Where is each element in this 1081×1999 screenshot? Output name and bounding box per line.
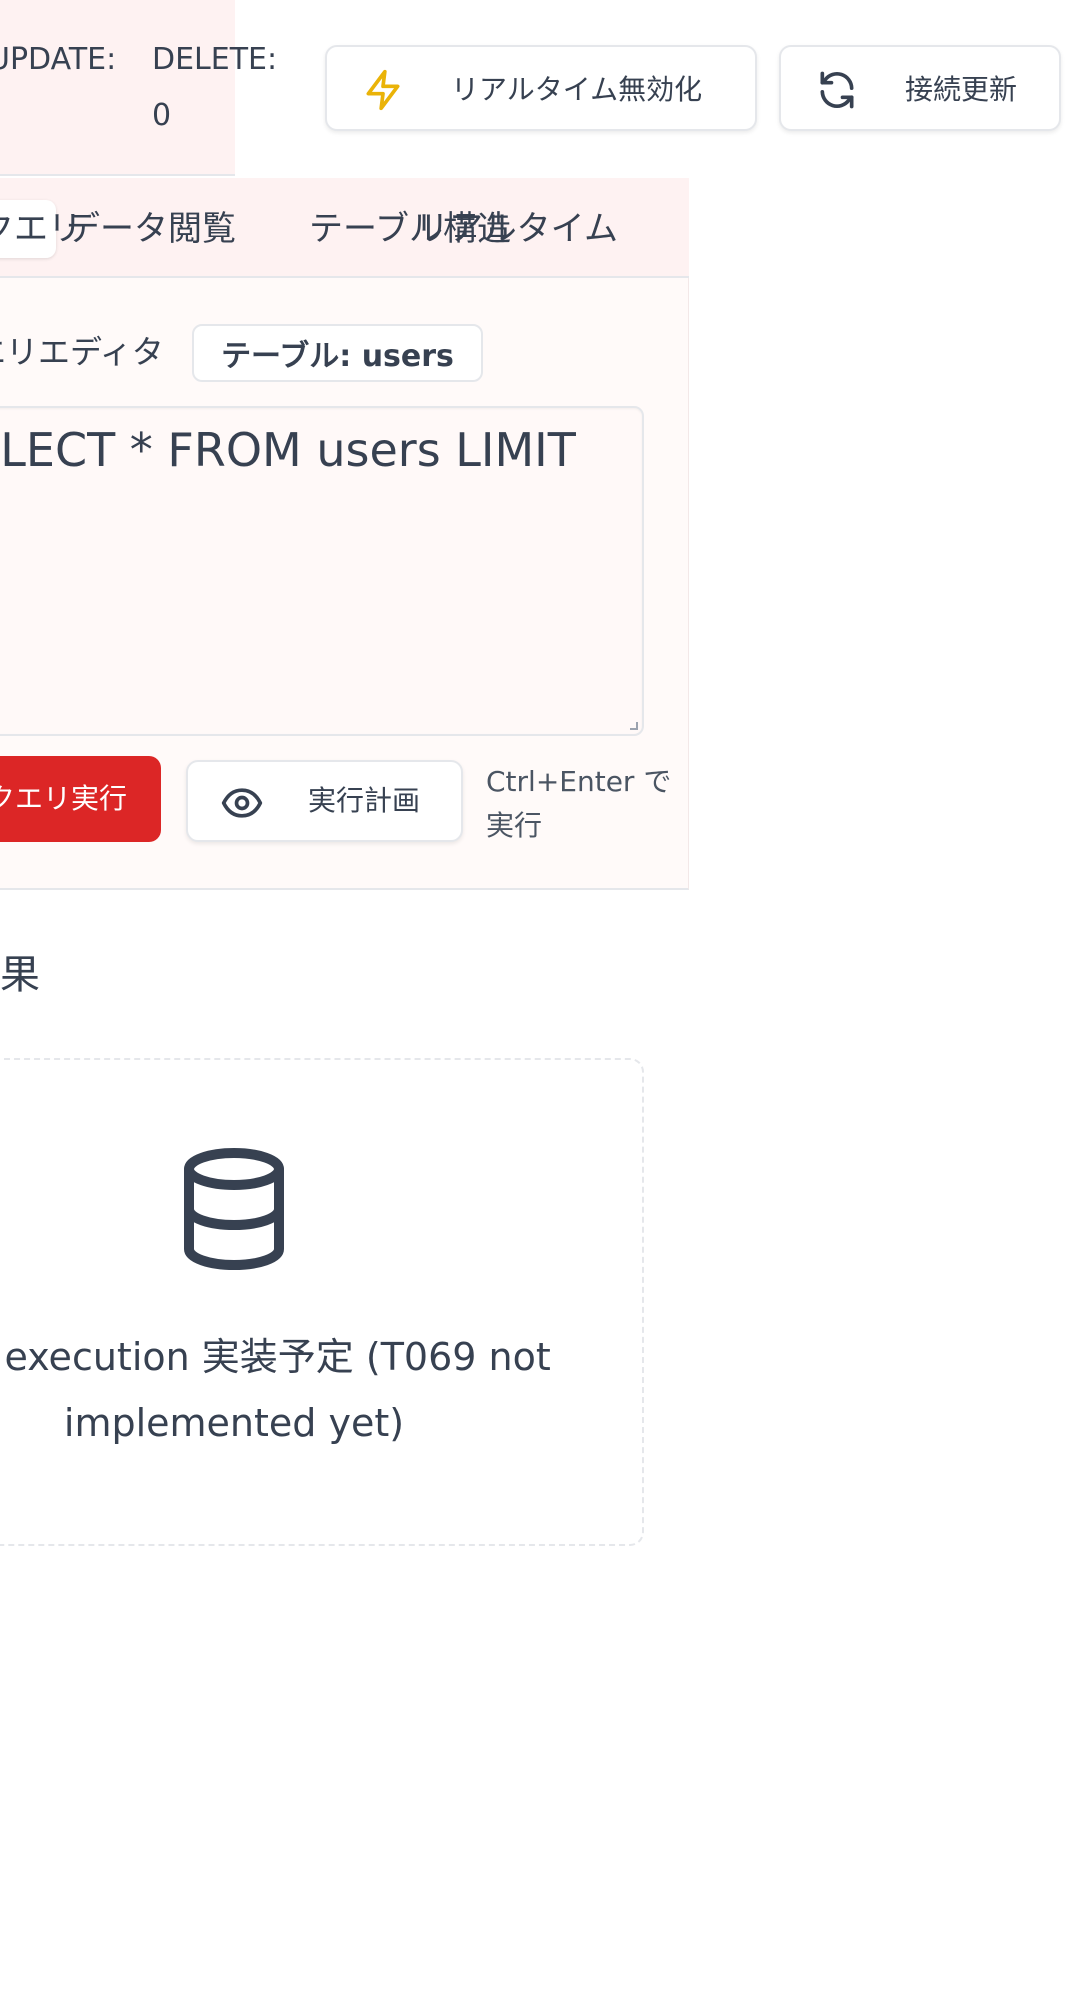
lightning-icon <box>366 69 400 111</box>
query-panel: クエリ データ閲覧 テーブル構造 リアルタイム クエリエディタ テーブル: us… <box>0 178 689 890</box>
stat-delete-value: 0 <box>152 98 172 133</box>
stats-panel: UPDATE: DELETE: 0 <box>0 0 277 176</box>
sql-text: SELECT * FROM users LIMIT <box>0 423 576 477</box>
query-editor-label-text: クエリエディタ <box>0 333 164 371</box>
results-empty-message: SQL execution 実装予定 (T069 not implemented… <box>0 1335 551 1445</box>
refresh-connection-button[interactable]: 接続更新 <box>779 45 1061 131</box>
refresh-connection-label: 接続更新 <box>905 73 1018 106</box>
results-title: 結果 <box>0 950 40 1000</box>
eye-icon <box>221 788 263 818</box>
database-icon <box>184 1147 284 1270</box>
resize-handle[interactable] <box>630 722 638 730</box>
table-badge: テーブル: users <box>192 324 483 382</box>
run-query-button[interactable]: クエリ実行 <box>0 756 161 842</box>
stat-update-label: UPDATE: <box>0 42 117 77</box>
explain-plan-label: 実行計画 <box>308 784 421 817</box>
tab-browse-data[interactable]: データ閲覧 <box>66 200 236 258</box>
results-title-text: 結果 <box>0 952 40 998</box>
explain-plan-button[interactable]: 実行計画 <box>186 760 463 842</box>
realtime-toggle-button[interactable]: リアルタイム無効化 <box>325 45 757 131</box>
tab-realtime[interactable]: リアルタイム <box>415 200 618 258</box>
sql-editor[interactable]: SELECT * FROM users LIMIT <box>0 406 644 736</box>
tab-query[interactable]: クエリ <box>0 200 82 258</box>
shortcut-hint: Ctrl+Enter で実行 <box>486 765 672 842</box>
realtime-toggle-label: リアルタイム無効化 <box>451 73 703 106</box>
query-editor-label: クエリエディタ <box>0 332 164 372</box>
results-empty-state: SQL execution 実装予定 (T069 not implemented… <box>0 1058 644 1546</box>
stat-delete-label: DELETE: <box>152 42 278 77</box>
refresh-icon <box>820 71 854 109</box>
tab-bar: クエリ データ閲覧 テーブル構造 リアルタイム <box>0 178 689 278</box>
page: UPDATE: DELETE: 0 リアルタイム無効化 接続更新 クエリ データ… <box>0 0 1081 1999</box>
